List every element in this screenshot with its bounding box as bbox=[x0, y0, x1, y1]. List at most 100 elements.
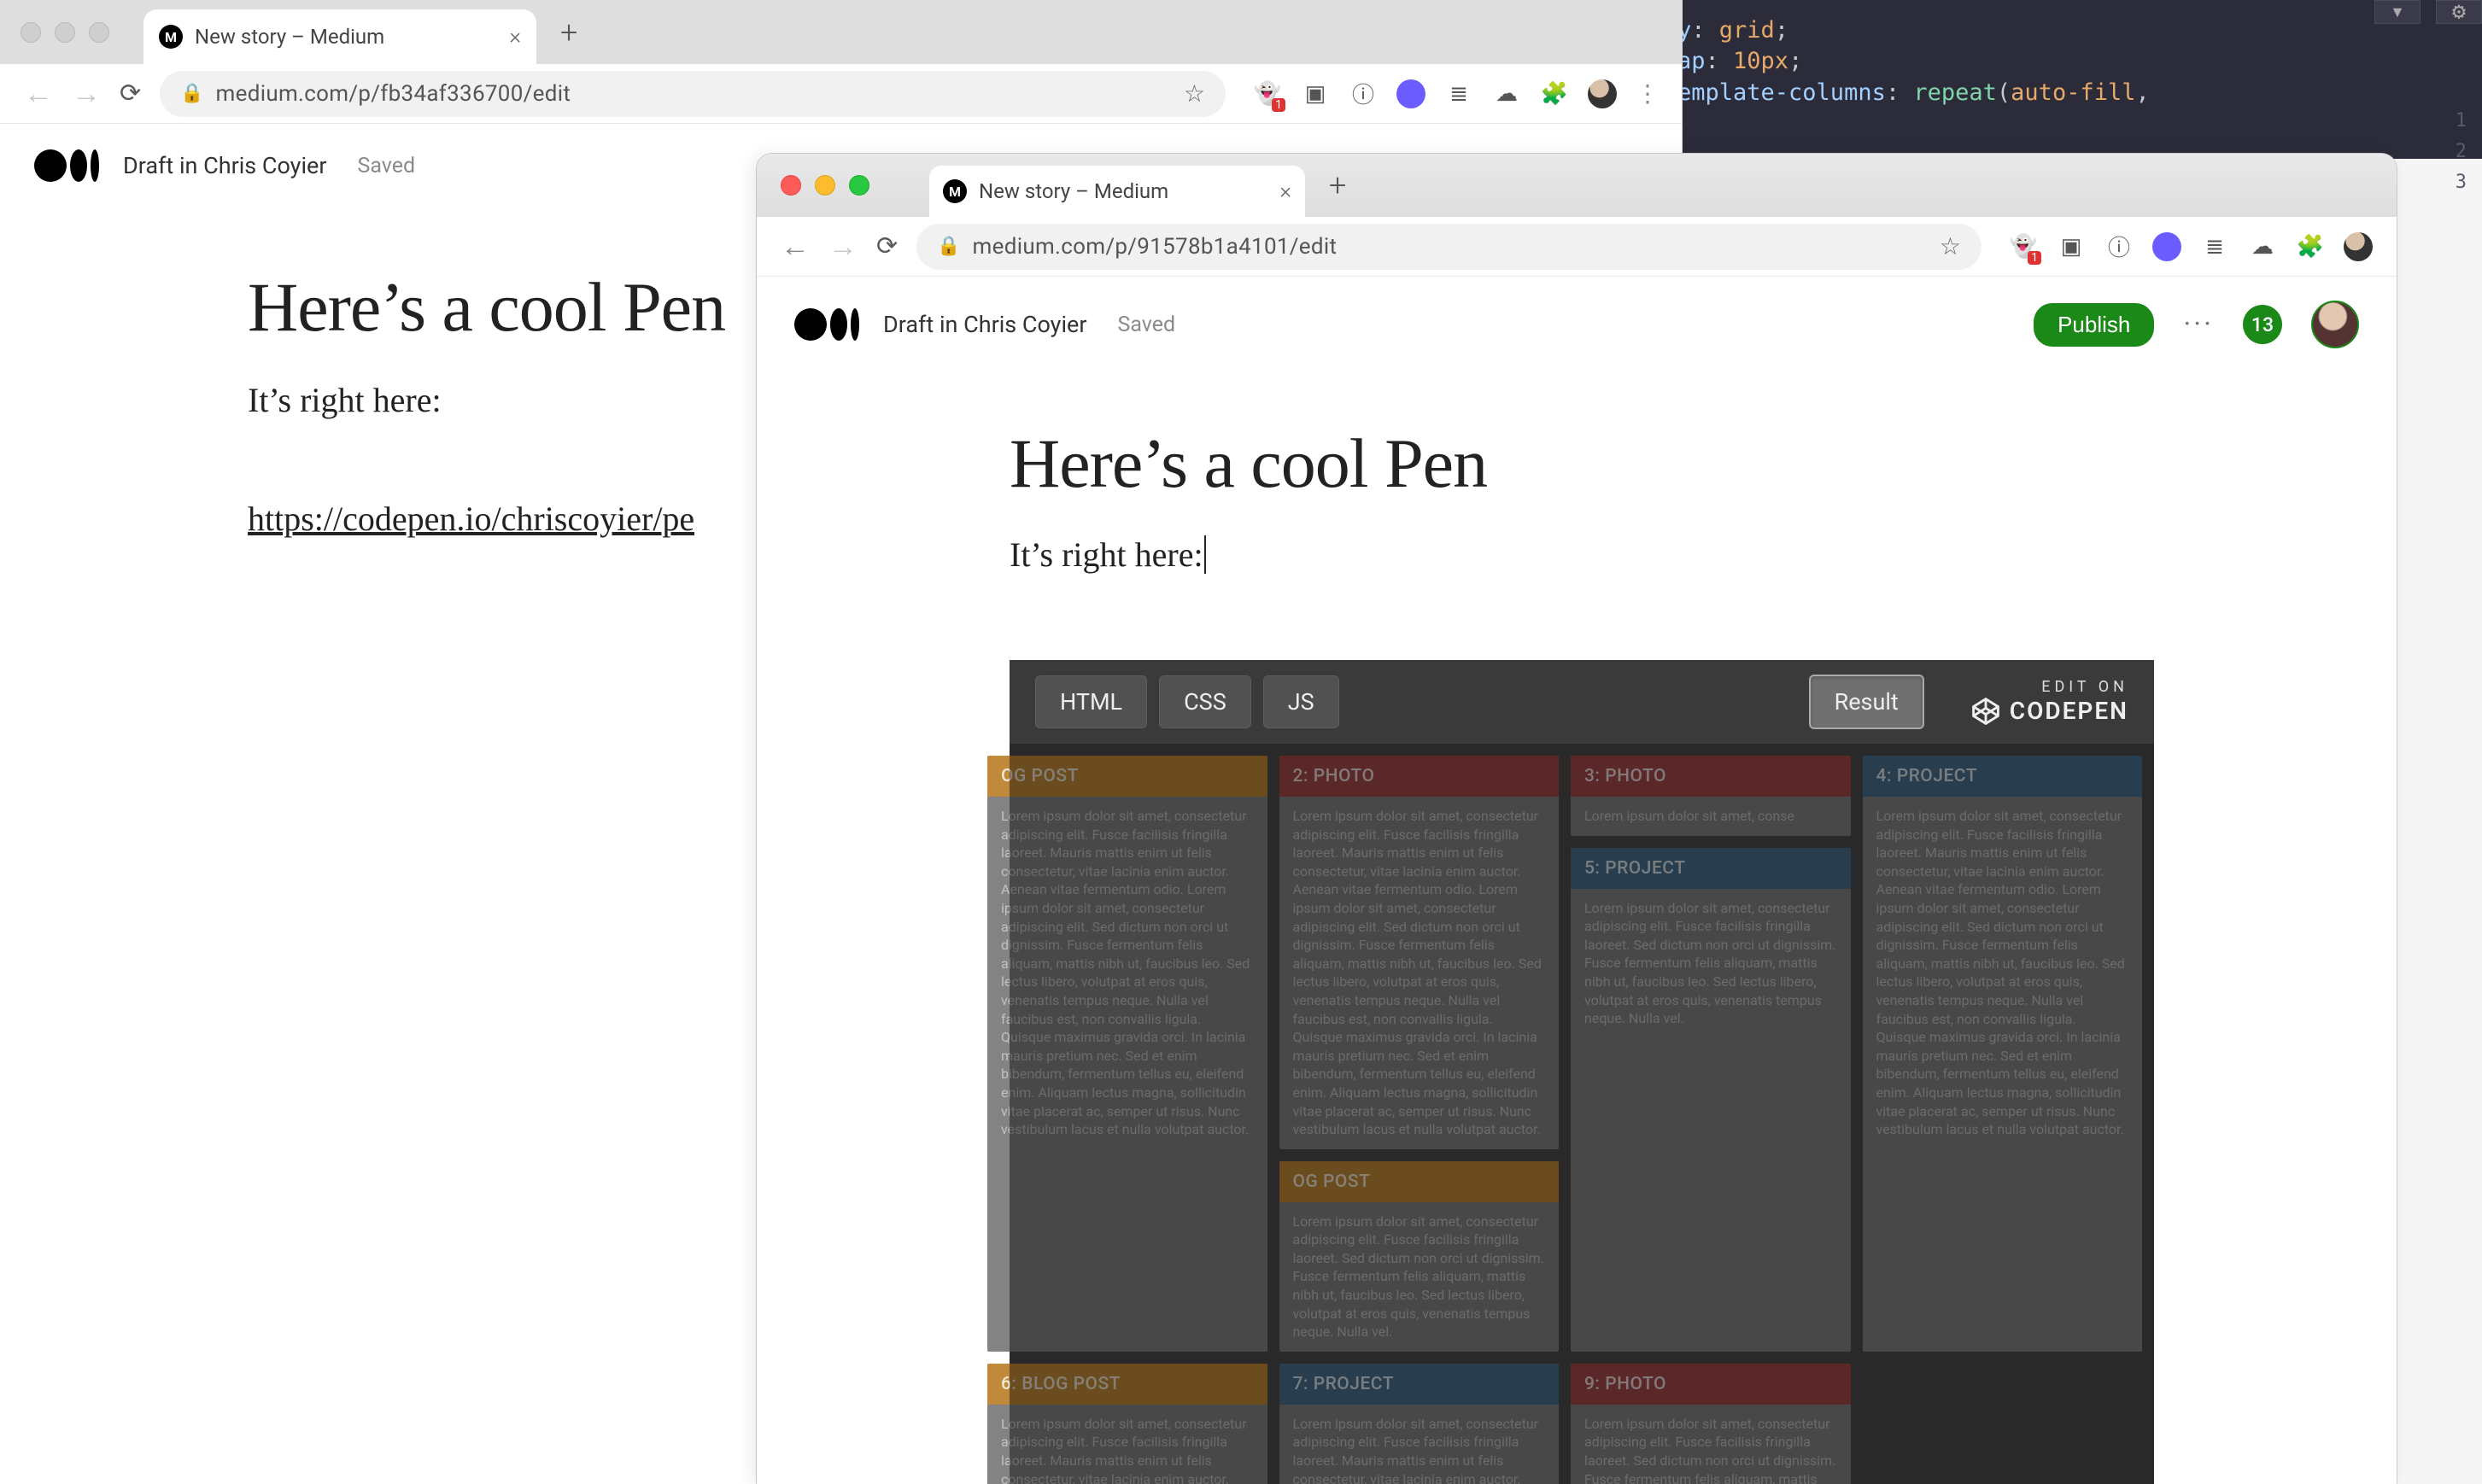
line-numbers: 1 2 3 bbox=[2456, 108, 2467, 201]
extensions-menu-icon[interactable]: 🧩 bbox=[1540, 79, 1569, 108]
url-text: medium.com/p/fb34af336700/edit bbox=[216, 81, 1172, 107]
card-body: Lorem ipsum dolor sit amet, consectetur … bbox=[1571, 1405, 1851, 1484]
more-menu-icon[interactable]: ··· bbox=[2183, 307, 2214, 342]
card-header: 2: PHOTO bbox=[1279, 756, 1560, 797]
card-header: 5: PROJECT bbox=[1571, 848, 1851, 889]
card-body: Lorem ipsum dolor sit amet, consectetur … bbox=[1571, 889, 1851, 1352]
url-field[interactable]: 🔒 medium.com/p/fb34af336700/edit ☆ bbox=[160, 71, 1226, 117]
card-body: Lorem ipsum dolor sit amet, consectetur … bbox=[1279, 1405, 1560, 1484]
grid-card: 2: PHOTO Lorem ipsum dolor sit amet, con… bbox=[1279, 756, 1560, 1149]
back-arrow-icon[interactable]: ← bbox=[781, 232, 810, 261]
publish-button[interactable]: Publish bbox=[2034, 303, 2154, 347]
address-bar: ← → ⟳ 🔒 medium.com/p/91578b1a4101/edit ☆… bbox=[757, 217, 2397, 277]
card-header: 4: PROJECT bbox=[1863, 756, 2143, 797]
card-body: Lorem ipsum dolor sit amet, consectetur … bbox=[987, 797, 1267, 1352]
editor-gear-icon[interactable]: ⚙ bbox=[2436, 0, 2482, 24]
traffic-close-icon[interactable] bbox=[781, 175, 801, 196]
chrome-window-front: M New story – Medium × + ← → ⟳ 🔒 medium.… bbox=[757, 154, 2397, 1484]
browser-tab[interactable]: M New story – Medium × bbox=[929, 166, 1305, 217]
card-body: Lorem ipsum dolor sit amet, conse bbox=[1571, 797, 1851, 836]
extension-icon[interactable] bbox=[1396, 79, 1425, 108]
code-line: y: y: grid;grid; bbox=[1677, 15, 2456, 46]
codepen-tab-html[interactable]: HTML bbox=[1035, 675, 1147, 728]
user-avatar-icon[interactable] bbox=[2311, 301, 2359, 348]
story-title[interactable]: Here’s a cool Pen bbox=[1010, 424, 2397, 504]
grid-card: 3: PHOTO Lorem ipsum dolor sit amet, con… bbox=[1571, 756, 1851, 836]
extension-icon[interactable]: 👻1 bbox=[2009, 232, 2038, 261]
extension-icon[interactable]: ☁ bbox=[1492, 79, 1521, 108]
title-bar: M New story – Medium × + bbox=[0, 0, 1682, 64]
extension-icon[interactable]: ▣ bbox=[1301, 79, 1330, 108]
codepen-tab-js[interactable]: JS bbox=[1263, 675, 1339, 728]
tab-close-icon[interactable]: × bbox=[509, 24, 521, 50]
extension-icon[interactable]: ▣ bbox=[2057, 232, 2086, 261]
grid-card: 4: PROJECT Lorem ipsum dolor sit amet, c… bbox=[1863, 756, 2143, 1352]
card-header: 9: PHOTO bbox=[1571, 1364, 1851, 1405]
forward-arrow-icon[interactable]: → bbox=[72, 79, 101, 108]
reload-icon[interactable]: ⟳ bbox=[876, 231, 898, 261]
extension-icon[interactable]: ≣ bbox=[1444, 79, 1473, 108]
site-info-icon[interactable]: ⓘ bbox=[2104, 232, 2134, 261]
saved-label: Saved bbox=[358, 154, 416, 178]
traffic-zoom-icon[interactable] bbox=[89, 22, 109, 43]
reload-icon[interactable]: ⟳ bbox=[120, 79, 141, 108]
traffic-lights bbox=[20, 22, 109, 43]
text-caret bbox=[1203, 535, 1206, 574]
traffic-close-icon[interactable] bbox=[20, 22, 41, 43]
codepen-edit-on-link[interactable]: EDIT ON CODEPEN bbox=[1970, 678, 2128, 727]
chrome-menu-icon[interactable]: ⋮ bbox=[1636, 79, 1658, 108]
forward-arrow-icon[interactable]: → bbox=[828, 232, 858, 261]
extension-icon[interactable]: 👻1 bbox=[1253, 79, 1282, 108]
grid-card: OG POST Lorem ipsum dolor sit amet, cons… bbox=[987, 756, 1267, 1352]
codepen-logo-icon bbox=[1970, 696, 2001, 727]
extension-icon[interactable] bbox=[2152, 232, 2181, 261]
lock-icon: 🔒 bbox=[937, 236, 960, 257]
notifications-badge[interactable]: 13 bbox=[2243, 305, 2282, 344]
title-bar: M New story – Medium × + bbox=[757, 154, 2397, 217]
url-text: medium.com/p/91578b1a4101/edit bbox=[973, 234, 1928, 260]
editor-toolbar-icon[interactable]: ▾ bbox=[2374, 0, 2421, 24]
codepen-tab-css[interactable]: CSS bbox=[1159, 675, 1251, 728]
draft-label: Draft in Chris Coyier bbox=[123, 152, 327, 179]
story-editor[interactable]: Here’s a cool Pen It’s right here: HTML … bbox=[757, 372, 2397, 1484]
story-paragraph[interactable]: It’s right here: bbox=[1010, 535, 2397, 575]
codepen-embed: HTML CSS JS Result EDIT ON CODEPEN OG PO… bbox=[1010, 660, 2154, 1484]
traffic-minimize-icon[interactable] bbox=[815, 175, 835, 196]
site-info-icon[interactable]: ⓘ bbox=[1349, 79, 1378, 108]
profile-avatar-icon[interactable] bbox=[2344, 232, 2373, 261]
card-header: 3: PHOTO bbox=[1571, 756, 1851, 797]
card-body: Lorem ipsum dolor sit amet, consectetur … bbox=[1279, 1202, 1560, 1352]
extensions-menu-icon[interactable]: 🧩 bbox=[2296, 232, 2325, 261]
browser-tab[interactable]: M New story – Medium × bbox=[143, 9, 536, 64]
tab-close-icon[interactable]: × bbox=[1279, 178, 1291, 204]
traffic-lights bbox=[781, 175, 869, 196]
address-bar: ← → ⟳ 🔒 medium.com/p/fb34af336700/edit ☆… bbox=[0, 64, 1682, 124]
card-body: Lorem ipsum dolor sit amet, consectetur … bbox=[987, 1405, 1267, 1484]
new-tab-button[interactable]: + bbox=[560, 15, 577, 50]
card-header: 6: BLOG POST bbox=[987, 1364, 1267, 1405]
bookmark-star-icon[interactable]: ☆ bbox=[1184, 79, 1205, 108]
draft-label: Draft in Chris Coyier bbox=[883, 311, 1087, 338]
extensions-strip: 👻1 ▣ ⓘ ≣ ☁ 🧩 ⋮ bbox=[1253, 79, 1658, 108]
new-tab-button[interactable]: + bbox=[1329, 167, 1346, 203]
card-header: OG POST bbox=[987, 756, 1267, 797]
card-body: Lorem ipsum dolor sit amet, consectetur … bbox=[1863, 797, 2143, 1352]
medium-logo-icon[interactable] bbox=[794, 308, 859, 341]
medium-favicon-icon: M bbox=[943, 179, 967, 203]
story-link[interactable]: https://codepen.io/chriscoyier/pe bbox=[248, 499, 694, 539]
extension-icon[interactable]: ☁ bbox=[2248, 232, 2277, 261]
profile-avatar-icon[interactable] bbox=[1588, 79, 1617, 108]
traffic-zoom-icon[interactable] bbox=[849, 175, 869, 196]
extension-icon[interactable]: ≣ bbox=[2200, 232, 2229, 261]
grid-card: 6: BLOG POST Lorem ipsum dolor sit amet,… bbox=[987, 1364, 1267, 1484]
codepen-toolbar: HTML CSS JS Result EDIT ON CODEPEN bbox=[1010, 660, 2154, 744]
code-line: emplate-columns: repeat(auto-fill, bbox=[1677, 78, 2456, 108]
lock-icon: 🔒 bbox=[180, 83, 203, 104]
url-field[interactable]: 🔒 medium.com/p/91578b1a4101/edit ☆ bbox=[916, 224, 1982, 270]
traffic-minimize-icon[interactable] bbox=[55, 22, 75, 43]
code-editor-peek: ▾ ⚙ y: y: grid;grid; ap: 10px; emplate-c… bbox=[1652, 0, 2482, 159]
back-arrow-icon[interactable]: ← bbox=[24, 79, 53, 108]
medium-logo-icon[interactable] bbox=[34, 149, 99, 182]
bookmark-star-icon[interactable]: ☆ bbox=[1940, 232, 1961, 260]
codepen-tab-result[interactable]: Result bbox=[1809, 675, 1924, 729]
